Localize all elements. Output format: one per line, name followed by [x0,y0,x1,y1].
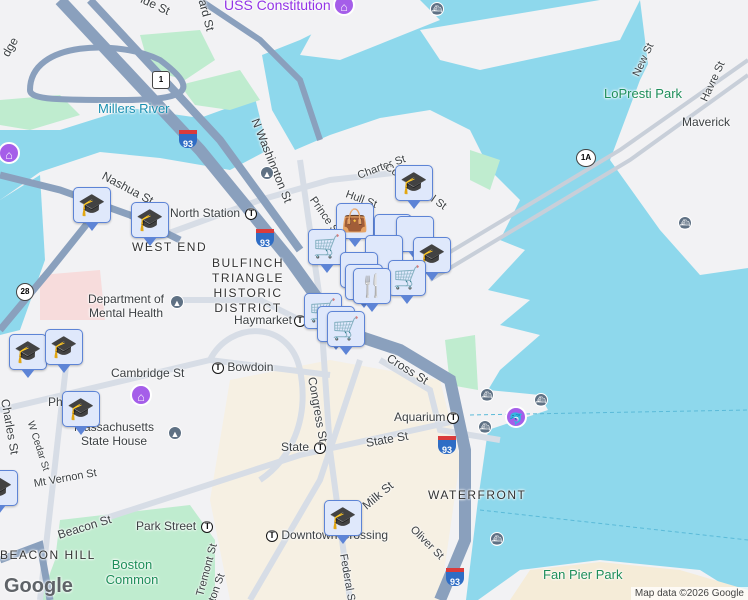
route-1a-shield: 1A [576,149,596,167]
station-name: Bowdoin [227,360,274,374]
restaurant-marker[interactable]: 🍴 [353,268,391,312]
ferry-icon[interactable]: ⛴ [678,216,692,230]
park-label-lopresti[interactable]: LoPresti Park [604,86,682,101]
graduation-cap-icon: 🎓 [400,170,428,195]
park-label-fan-pier[interactable]: Fan Pier Park [543,567,622,582]
transit-label-state[interactable]: State T [281,440,327,454]
school-marker[interactable]: 🎓 [324,500,362,544]
interstate-93-shield: 93 [179,130,197,149]
transit-label-aquarium[interactable]: Aquarium T [394,410,460,424]
fork-knife-icon: 🍴 [358,273,386,298]
us-route-1-shield: 1 [152,71,170,89]
museum-icon[interactable]: ⌂ [130,384,152,406]
graduation-cap-icon: 🎓 [329,505,357,530]
district-label-waterfront: WATERFRONT [428,488,527,502]
school-marker[interactable]: 🎓 [0,470,18,514]
map-canvas[interactable]: USS Constitution ⌂ ide St ward St dge Mi… [0,0,748,600]
station-name: Park Street [136,519,197,533]
interstate-93-shield: 93 [438,436,456,455]
school-marker[interactable]: 🎓 [9,334,47,378]
landmark-icon[interactable]: ▲ [168,426,182,440]
station-name: State [281,440,310,454]
transit-label-north-station[interactable]: North Station T [170,206,258,220]
station-name: Haymarket [234,313,293,327]
ferry-icon[interactable]: ⛴ [534,393,548,407]
transit-label-haymarket[interactable]: Haymarket T [234,313,307,327]
interstate-93-shield: 93 [446,568,464,587]
transit-label-bowdoin[interactable]: T Bowdoin [210,360,273,374]
t-station-icon: T [266,529,278,542]
poi-label-uss-constitution[interactable]: USS Constitution [224,0,331,13]
shopping-cart-icon: 🛒 [393,265,421,290]
shopping-cart-icon: 🛒 [332,316,360,341]
school-marker[interactable]: 🎓 [395,165,433,209]
school-marker[interactable]: 🎓 [131,202,169,246]
google-logo: Google [4,575,73,597]
grocery-marker[interactable]: 🛒 [327,311,365,355]
shopping-bag-icon: 👜 [341,208,369,233]
street-label-cambridge: Cambridge St [111,366,185,380]
station-name: Aquarium [394,410,446,424]
ferry-icon[interactable]: ⛴ [490,532,504,546]
graduation-cap-icon: 🎓 [136,207,164,232]
neighborhood-label-maverick: Maverick [682,115,731,129]
graduation-cap-icon: 🎓 [0,475,13,501]
shopping-cart-icon: 🛒 [313,234,341,259]
grocery-marker[interactable]: 🛒 [388,260,426,304]
interstate-93-shield: 93 [256,229,274,248]
ferry-icon[interactable]: ⛴ [430,2,444,16]
left-water [0,175,45,335]
graduation-cap-icon: 🎓 [78,192,106,217]
transit-label-park-street[interactable]: Park Street T [136,519,214,533]
poi-label-dept-mental-health[interactable]: Department of Mental Health [76,292,176,320]
ferry-icon[interactable]: ⛴ [480,388,494,402]
t-station-icon: T [245,207,258,220]
district-label-bulfinch: BULFINCH TRIANGLE HISTORIC DISTRICT [211,256,284,315]
t-station-icon: T [201,520,214,533]
map-attribution[interactable]: Map data ©2026 Google [630,587,748,600]
route-28-shield: 28 [16,283,34,301]
graduation-cap-icon: 🎓 [67,396,95,421]
school-marker[interactable]: 🎓 [73,187,111,231]
t-station-icon: T [447,411,460,424]
aquarium-icon[interactable]: 🐬 [505,406,527,428]
graduation-cap-icon: 🎓 [14,339,42,364]
school-marker[interactable]: 🎓 [45,329,83,373]
t-station-icon: T [314,441,327,454]
school-marker[interactable]: 🎓 [62,391,100,435]
landmark-icon[interactable]: ▲ [170,295,184,309]
landmark-icon[interactable]: ▲ [260,166,274,180]
water-label-millers-river: Millers River [98,101,170,116]
street-label: Ph [48,395,63,409]
district-label-beacon-hill: BEACON HILL [0,548,96,562]
t-station-icon: T [212,361,224,374]
ferry-icon[interactable]: ⛴ [478,420,492,434]
station-name: North Station [170,206,241,220]
graduation-cap-icon: 🎓 [50,334,78,359]
park-label-boston-common[interactable]: Boston Common [100,557,164,587]
